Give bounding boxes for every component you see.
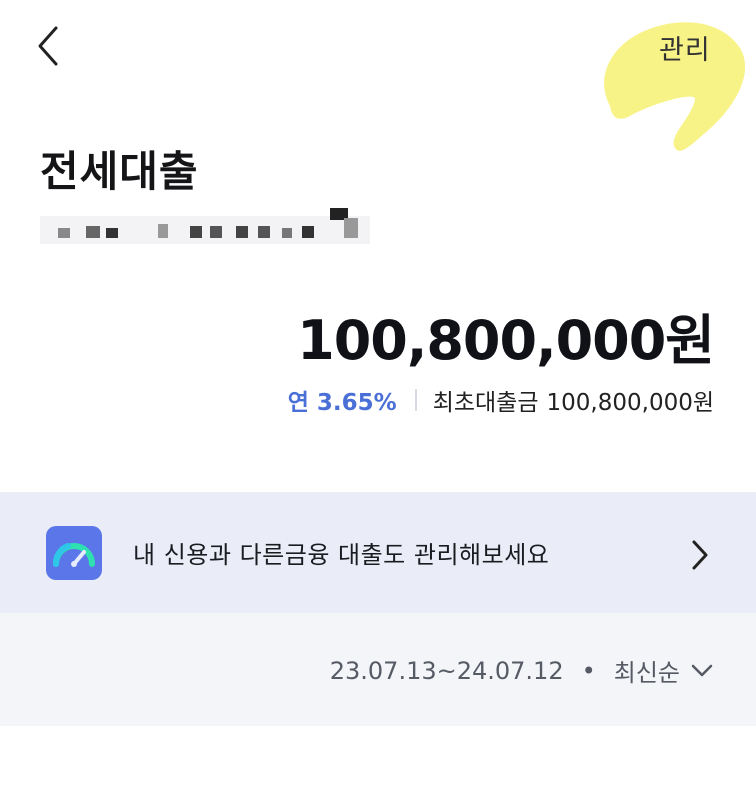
initial-amount-label: 최초대출금 [432, 390, 539, 416]
sort-label[interactable]: 최신순 [614, 653, 680, 688]
chevron-down-icon[interactable] [690, 663, 714, 679]
page-title: 전세대출 [40, 147, 199, 196]
filter-bar: 23.07.13~24.07.12 • 최신순 [0, 613, 756, 726]
gauge-icon [46, 526, 102, 580]
account-number-redacted [40, 208, 370, 244]
top-bar: 관리 [0, 0, 756, 151]
loan-balance: 100,800,000원 [297, 309, 715, 372]
promo-text: 내 신용과 다른금융 대출도 관리해보세요 [133, 541, 550, 569]
date-range[interactable]: 23.07.13~24.07.12 [330, 657, 564, 685]
manage-button[interactable]: 관리 [659, 28, 711, 67]
separator-dot: • [581, 656, 596, 685]
divider [414, 389, 417, 411]
chevron-right-icon[interactable] [688, 538, 712, 572]
rate-line: 연 3.65% 최초대출금 100,800,000원 [288, 384, 714, 416]
back-chevron-icon[interactable] [30, 22, 70, 70]
promo-banner[interactable]: 내 신용과 다른금융 대출도 관리해보세요 [0, 492, 756, 613]
initial-amount-value: 100,800,000원 [546, 390, 714, 416]
filter-row[interactable]: 23.07.13~24.07.12 • 최신순 [330, 653, 714, 688]
interest-rate: 연 3.65% [287, 390, 397, 416]
